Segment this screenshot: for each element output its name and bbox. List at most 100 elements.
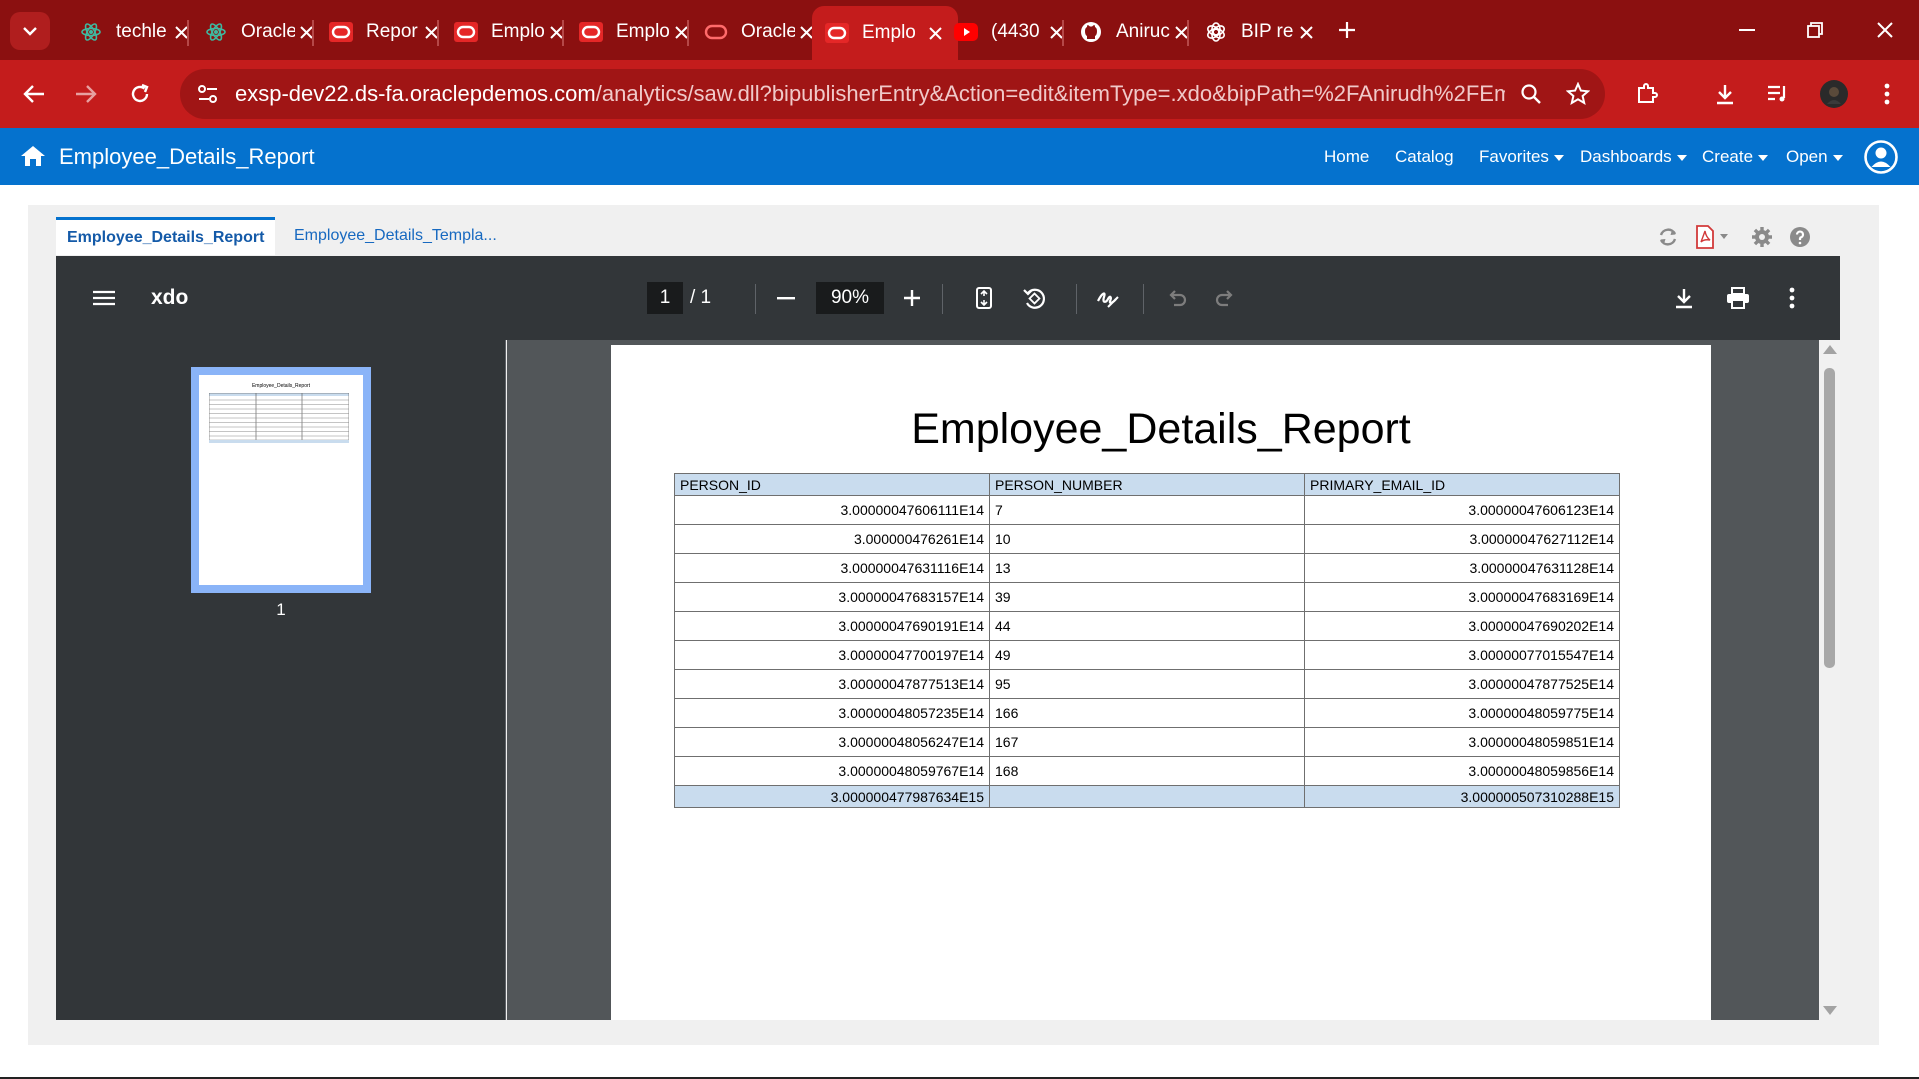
- tab-report[interactable]: Employee_Details_Report: [56, 217, 276, 255]
- zoom-in-button[interactable]: [892, 278, 932, 318]
- extensions-button[interactable]: [1627, 74, 1667, 114]
- downloads-button[interactable]: [1705, 74, 1745, 114]
- vertical-scrollbar[interactable]: [1819, 340, 1840, 1020]
- arrow-left-icon: [23, 85, 44, 103]
- refresh-icon[interactable]: [1654, 223, 1682, 251]
- nav-create[interactable]: Create: [1702, 128, 1769, 185]
- annotate-button[interactable]: [1088, 278, 1128, 318]
- restore-icon: [1807, 22, 1823, 38]
- cell-person-id: 3.00000047683157E14: [674, 582, 990, 612]
- reload-button[interactable]: [120, 74, 160, 114]
- undo-button[interactable]: [1157, 278, 1197, 318]
- redo-button[interactable]: [1205, 278, 1245, 318]
- browser-tab[interactable]: Aniruc: [1066, 10, 1204, 54]
- scroll-down-arrow-icon[interactable]: [1823, 1006, 1837, 1015]
- page-number-input[interactable]: 1: [647, 282, 683, 314]
- tab-title: (4430: [991, 21, 1040, 42]
- close-icon: [549, 26, 563, 39]
- pdf-page: Employee_Details_Report PERSON_ID PERSON…: [611, 345, 1711, 1020]
- pdf-viewport: Employee_Details_Report PERSON_ID PERSON…: [507, 340, 1819, 1020]
- cell-primary-email-id: 3.00000048059851E14: [1304, 727, 1620, 757]
- cell-primary-email-id: 3.00000047606123E14: [1304, 495, 1620, 525]
- rotate-button[interactable]: [1014, 278, 1054, 318]
- minimize-button[interactable]: [1722, 10, 1772, 50]
- home-icon[interactable]: [20, 144, 46, 168]
- close-icon: [1049, 26, 1063, 39]
- scrollbar-thumb[interactable]: [1824, 368, 1835, 668]
- pdf-more-button[interactable]: [1772, 278, 1812, 318]
- column-header-person-id: PERSON_ID: [674, 473, 990, 496]
- browser-tab[interactable]: BIP re: [1191, 10, 1329, 54]
- print-button[interactable]: [1718, 278, 1758, 318]
- page-thumbnail[interactable]: Employee_Details_Report: [191, 367, 371, 593]
- back-button[interactable]: [14, 74, 54, 114]
- help-icon[interactable]: [1786, 223, 1814, 251]
- pdf-download-button[interactable]: [1664, 278, 1704, 318]
- cell-primary-email-id: 3.00000077015547E14: [1304, 640, 1620, 670]
- browser-tab[interactable]: Repor: [316, 10, 454, 54]
- nav-catalog[interactable]: Catalog: [1395, 128, 1454, 185]
- browser-tab[interactable]: techle: [66, 10, 204, 54]
- table-row: 3.00000047683157E14 39 3.00000047683169E14: [674, 582, 1620, 612]
- cell-person-number: 13: [989, 553, 1305, 583]
- zoom-out-button[interactable]: [766, 278, 806, 318]
- github-icon: [1078, 21, 1104, 43]
- arrow-right-icon: [76, 85, 97, 103]
- sidebar-toggle-button[interactable]: [84, 278, 124, 318]
- site-info-icon[interactable]: [188, 74, 228, 114]
- cell-person-number: 166: [989, 698, 1305, 728]
- user-account-icon[interactable]: [1864, 140, 1898, 174]
- browser-tab[interactable]: Oracle: [691, 10, 829, 54]
- gear-icon[interactable]: [1748, 223, 1776, 251]
- thumbnail-title: Employee_Details_Report: [251, 383, 311, 389]
- browser-tab[interactable]: Emplo: [566, 10, 704, 54]
- cell-person-number: 49: [989, 640, 1305, 670]
- url-host: exsp-dev22.ds-fa.oraclepdemos.com: [235, 81, 596, 106]
- cell-primary-email-id: 3.00000047627112E14: [1304, 524, 1620, 554]
- bookmark-star-icon[interactable]: [1558, 74, 1598, 114]
- browser-tab[interactable]: Oracle: [191, 10, 329, 54]
- nav-home[interactable]: Home: [1324, 128, 1369, 185]
- zoom-lens-icon[interactable]: [1511, 74, 1551, 114]
- divider: [1143, 284, 1144, 314]
- oracle-icon: [328, 21, 354, 43]
- pdf-export-menu[interactable]: [1692, 223, 1736, 251]
- table-row: 3.00000048057235E14 166 3.00000048059775E1…: [674, 698, 1620, 728]
- browser-toolbar: exsp-dev22.ds-fa.oraclepdemos.com/analyt…: [0, 60, 1919, 128]
- tab-title: Aniruc: [1116, 21, 1170, 42]
- tab-close-button[interactable]: [1295, 19, 1317, 45]
- browser-menu-button[interactable]: [1867, 74, 1907, 114]
- browser-tab[interactable]: Emplo: [441, 10, 579, 54]
- page-total: / 1: [690, 287, 712, 308]
- new-tab-button[interactable]: [1322, 10, 1372, 50]
- address-bar[interactable]: exsp-dev22.ds-fa.oraclepdemos.com/analyt…: [180, 69, 1605, 119]
- zoom-input[interactable]: 90%: [816, 282, 884, 314]
- tab-template[interactable]: Employee_Details_Templa...: [283, 217, 508, 255]
- restore-button[interactable]: [1790, 10, 1840, 50]
- nav-dashboards[interactable]: Dashboards: [1580, 128, 1687, 185]
- undo-icon: [1169, 290, 1187, 307]
- browser-tab[interactable]: Emplo: [812, 6, 958, 60]
- tab-separator: [1062, 20, 1064, 46]
- nav-favorites-label: Favorites: [1479, 147, 1549, 166]
- fit-page-button[interactable]: [964, 278, 1004, 318]
- forward-button[interactable]: [66, 74, 106, 114]
- scroll-up-arrow-icon[interactable]: [1823, 345, 1837, 354]
- nav-open[interactable]: Open: [1786, 128, 1843, 185]
- close-icon: [299, 26, 313, 39]
- cell-person-number: 39: [989, 582, 1305, 612]
- cell-person-id: 3.000000476261E14: [674, 524, 990, 554]
- thumbnail-page-number: 1: [276, 600, 286, 619]
- cell-person-id: 3.00000047700197E14: [674, 640, 990, 670]
- report-tabs: Employee_Details_Report Employee_Details…: [28, 205, 1879, 255]
- nav-favorites[interactable]: Favorites: [1479, 128, 1564, 185]
- thumbnail-table: [209, 393, 349, 443]
- table-row: 3.00000047606111E14 7 3.00000047606123E14: [674, 495, 1620, 525]
- media-controls-button[interactable]: [1758, 74, 1798, 114]
- plus-icon: [904, 290, 920, 306]
- browser-tab[interactable]: (4430: [941, 10, 1079, 54]
- cell-person-number: 7: [989, 495, 1305, 525]
- tab-search-button[interactable]: [10, 12, 50, 50]
- close-window-button[interactable]: [1860, 10, 1910, 50]
- profile-avatar[interactable]: [1814, 74, 1854, 114]
